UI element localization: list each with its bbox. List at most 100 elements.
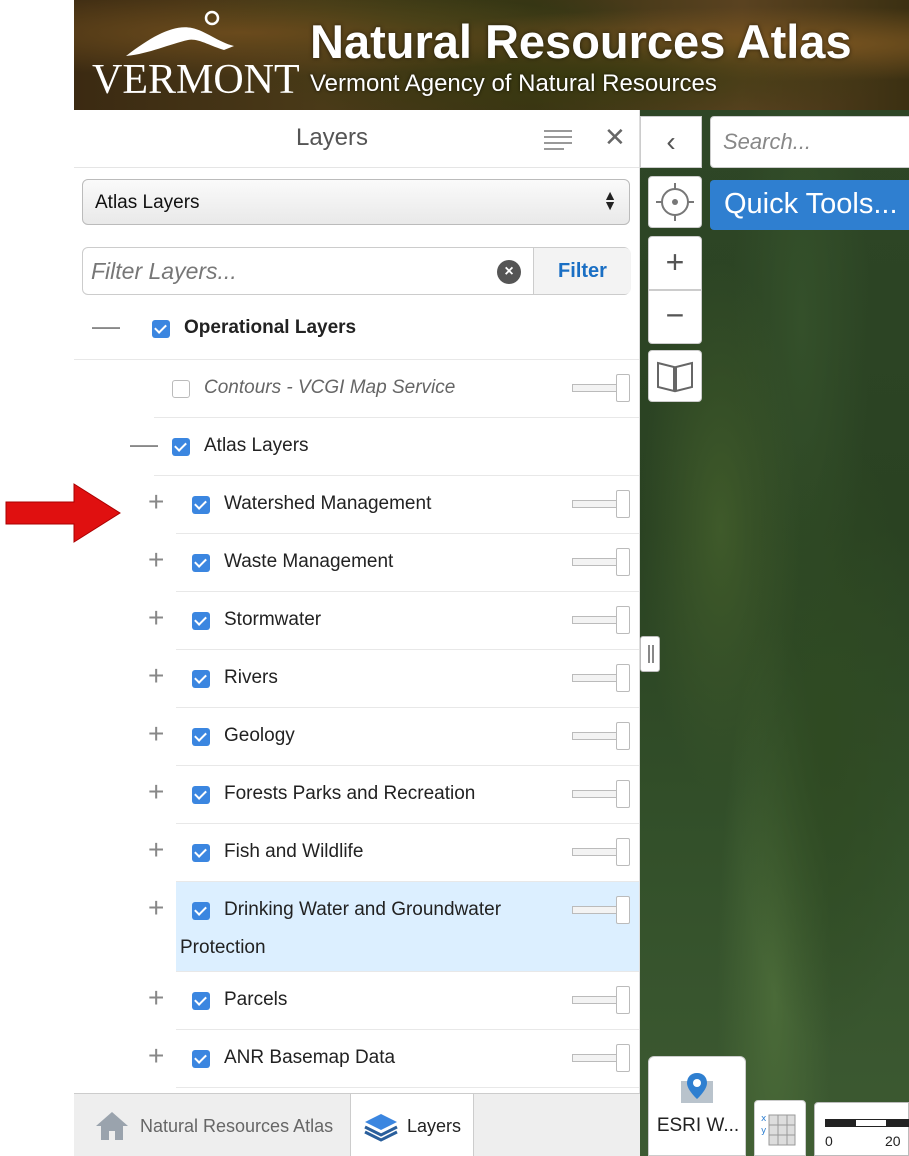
layer-checkbox[interactable] xyxy=(192,612,210,630)
opacity-slider[interactable] xyxy=(572,732,618,740)
opacity-slider[interactable] xyxy=(572,996,618,1004)
layer-label: Stormwater xyxy=(224,609,322,630)
grid-icon: x y xyxy=(761,1114,796,1146)
opacity-slider-thumb[interactable] xyxy=(616,490,630,518)
layer-label-continued: Protection xyxy=(180,937,266,958)
crosshair-icon xyxy=(656,183,694,221)
layer-row[interactable]: + Waste Management xyxy=(148,534,639,592)
opacity-slider[interactable] xyxy=(572,500,618,508)
coordinate-grid-button[interactable]: x y xyxy=(754,1100,806,1156)
opacity-slider-thumb[interactable] xyxy=(616,606,630,634)
layer-checkbox[interactable] xyxy=(192,728,210,746)
layer-row[interactable]: + Fish and Wildlife xyxy=(148,824,639,882)
tab-label: Layers xyxy=(407,1116,462,1136)
scale-zero: 0 xyxy=(825,1133,833,1149)
select-arrows-icon: ▲ ▼ xyxy=(603,187,617,213)
layer-checkbox[interactable] xyxy=(192,554,210,572)
opacity-slider[interactable] xyxy=(572,616,618,624)
filter-button[interactable]: Filter xyxy=(533,248,631,294)
layer-row[interactable]: + Geology xyxy=(148,708,639,766)
layer-checkbox[interactable] xyxy=(192,902,210,920)
opacity-slider[interactable] xyxy=(572,790,618,798)
collapse-icon[interactable]: — xyxy=(92,310,120,342)
app-title: Natural Resources Atlas xyxy=(310,15,852,68)
layer-label: Fish and Wildlife xyxy=(224,841,364,862)
collapse-panel-button[interactable]: ‹ xyxy=(640,116,702,168)
opacity-slider-thumb[interactable] xyxy=(616,780,630,808)
clear-icon[interactable]: × xyxy=(497,260,521,284)
zoom-in-button[interactable]: + xyxy=(648,236,702,290)
expand-icon[interactable]: + xyxy=(148,1040,164,1072)
layer-row[interactable]: — Operational Layers xyxy=(74,300,639,360)
layer-label: Watershed Management xyxy=(224,493,432,514)
layer-row[interactable]: + Stormwater xyxy=(148,592,639,650)
opacity-slider-thumb[interactable] xyxy=(616,664,630,692)
panel-header: Layers ✕ xyxy=(74,110,639,168)
panel-resize-handle[interactable] xyxy=(640,636,660,672)
layer-checkbox[interactable] xyxy=(192,786,210,804)
layer-checkbox[interactable] xyxy=(192,670,210,688)
layer-row[interactable]: + Drinking Water and Groundwater Protectio… xyxy=(148,882,639,972)
map-view[interactable]: ‹ Search... Quick Tools... + − ESRI W... xyxy=(640,110,909,1156)
layers-panel: Layers ✕ Atlas Layers ▲ ▼ Filter Layers..… xyxy=(74,110,640,1093)
layer-row[interactable]: Contours - VCGI Map Service xyxy=(154,360,639,418)
layer-row[interactable]: — Atlas Layers xyxy=(130,418,639,476)
expand-icon[interactable]: + xyxy=(148,718,164,750)
tab-natural-resources-atlas[interactable]: Natural Resources Atlas xyxy=(74,1094,350,1156)
search-input[interactable]: Search... xyxy=(710,116,909,168)
expand-icon[interactable]: + xyxy=(148,544,164,576)
opacity-slider-thumb[interactable] xyxy=(616,722,630,750)
tab-layers[interactable]: Layers xyxy=(350,1094,474,1156)
layer-label: Rivers xyxy=(224,667,278,688)
layer-row[interactable]: + Forests Parks and Recreation xyxy=(148,766,639,824)
layer-checkbox[interactable] xyxy=(152,320,170,338)
opacity-slider[interactable] xyxy=(572,384,618,392)
zoom-out-button[interactable]: − xyxy=(648,290,702,344)
expand-icon[interactable]: + xyxy=(148,486,164,518)
layer-row[interactable]: + ANR Basemap Data xyxy=(148,1030,639,1088)
expand-icon[interactable]: + xyxy=(148,834,164,866)
layer-checkbox[interactable] xyxy=(192,496,210,514)
opacity-slider-thumb[interactable] xyxy=(616,374,630,402)
opacity-slider-thumb[interactable] xyxy=(616,1044,630,1072)
opacity-slider-thumb[interactable] xyxy=(616,838,630,866)
layer-row[interactable]: + Watershed Management xyxy=(148,476,639,534)
expand-icon[interactable]: + xyxy=(148,602,164,634)
tab-label: Natural Resources Atlas xyxy=(140,1116,334,1136)
basemap-button[interactable]: ESRI W... xyxy=(648,1056,746,1156)
opacity-slider-thumb[interactable] xyxy=(616,896,630,924)
opacity-slider-thumb[interactable] xyxy=(616,986,630,1014)
bottom-tabs: Natural Resources Atlas Layers xyxy=(74,1093,640,1156)
menu-icon[interactable] xyxy=(544,128,572,150)
opacity-slider[interactable] xyxy=(572,1054,618,1062)
layer-set-select[interactable]: Atlas Layers ▲ ▼ xyxy=(82,179,630,225)
bookmarks-button[interactable] xyxy=(648,350,702,402)
expand-icon[interactable]: + xyxy=(148,892,164,924)
opacity-slider[interactable] xyxy=(572,906,618,914)
expand-icon[interactable]: + xyxy=(148,660,164,692)
opacity-slider-thumb[interactable] xyxy=(616,548,630,576)
layer-label: Forests Parks and Recreation xyxy=(224,783,476,804)
opacity-slider[interactable] xyxy=(572,558,618,566)
quick-tools-button[interactable]: Quick Tools... xyxy=(710,180,909,230)
filter-input[interactable]: Filter Layers... xyxy=(91,258,237,285)
opacity-slider[interactable] xyxy=(572,848,618,856)
layer-checkbox[interactable] xyxy=(172,380,190,398)
layer-label: Parcels xyxy=(224,989,288,1010)
layer-row[interactable]: + Rivers xyxy=(148,650,639,708)
layer-checkbox[interactable] xyxy=(192,1050,210,1068)
expand-icon[interactable]: + xyxy=(148,982,164,1014)
opacity-slider[interactable] xyxy=(572,674,618,682)
layer-checkbox[interactable] xyxy=(192,992,210,1010)
locate-button[interactable] xyxy=(648,176,702,228)
expand-icon[interactable]: + xyxy=(148,776,164,808)
app-header: VERMONT Natural Resources Atlas Vermont … xyxy=(74,0,909,110)
collapse-icon[interactable]: — xyxy=(130,428,158,460)
close-icon[interactable]: ✕ xyxy=(604,122,626,153)
book-icon xyxy=(657,361,693,393)
layer-checkbox[interactable] xyxy=(172,438,190,456)
red-arrow-icon xyxy=(5,483,121,543)
layer-row[interactable]: + Parcels xyxy=(148,972,639,1030)
layer-label: Drinking Water and Groundwater xyxy=(224,899,502,920)
layer-checkbox[interactable] xyxy=(192,844,210,862)
